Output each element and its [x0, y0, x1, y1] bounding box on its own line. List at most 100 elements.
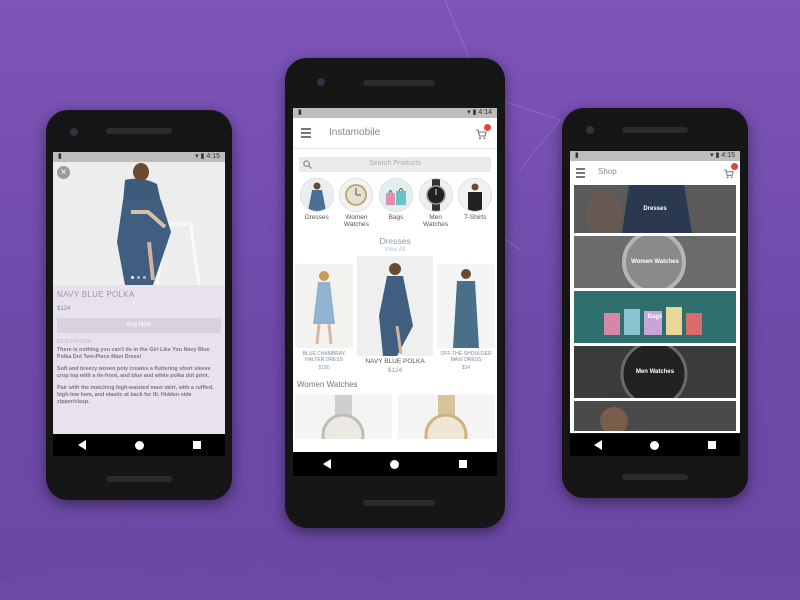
product-name: OFF-THE-SHOULDER MAXI DRESS [440, 351, 492, 363]
phone-product-detail: ▮ ▾ ▮ 4:15 × NAVY BLUE POLKA $124 Buy No… [46, 110, 232, 500]
app-bar: Shop [570, 161, 740, 183]
status-bar: ▮ ▾ ▮ 4:15 [570, 151, 740, 161]
section-title-women-watches: Women Watches [297, 380, 358, 389]
shop-category-bags[interactable]: Bags [574, 291, 736, 343]
front-camera [586, 126, 594, 134]
cart-button[interactable] [724, 163, 738, 184]
product-card[interactable] [295, 395, 392, 439]
home-icon[interactable] [650, 440, 660, 450]
screen: ▮ ▾ ▮ 4:15 × NAVY BLUE POLKA $124 Buy No… [53, 152, 225, 456]
recents-icon[interactable] [192, 441, 201, 449]
description-text: There is nothing you can't do in the Gir… [57, 347, 221, 406]
android-nav-bar [53, 434, 225, 456]
description-paragraph: Soft and breezy woven poly creates a flu… [57, 366, 211, 379]
watch-icon [339, 178, 374, 212]
home-icon[interactable] [134, 440, 144, 450]
watch-icon [418, 178, 453, 212]
watch-image [295, 395, 392, 439]
product-name: NAVY BLUE POLKA [365, 358, 425, 365]
product-card[interactable] [398, 395, 495, 439]
recents-icon[interactable] [459, 460, 468, 468]
wifi-icon: ▾ [710, 152, 714, 159]
category-list: Dresses Women Watches Bags Men Watches T… [293, 172, 497, 228]
speaker-top [363, 80, 435, 86]
product-image [295, 264, 353, 348]
status-time: 4:15 [206, 153, 220, 160]
category-men-watches[interactable]: Men Watches [416, 178, 456, 228]
tshirt-icon [458, 178, 493, 212]
battery-icon: ▮ [472, 109, 477, 116]
close-button[interactable]: × [57, 166, 70, 179]
app-bar: Instamobile [293, 118, 497, 149]
bag-icon [378, 178, 413, 212]
shop-category-dresses[interactable]: Dresses [574, 185, 736, 233]
product-image[interactable]: × [53, 162, 225, 286]
description-paragraph: There is nothing you can't do in the Gir… [57, 347, 210, 360]
description-paragraph: Pair with the matching high-waisted maxi… [57, 385, 214, 405]
category-label: Bags [647, 314, 663, 320]
page-title: Shop [598, 167, 617, 176]
back-icon[interactable] [594, 440, 603, 450]
model-photo [53, 162, 225, 286]
menu-icon[interactable] [576, 168, 585, 180]
speaker-bottom [363, 500, 435, 506]
phone-home: ▮ ▾ ▮ 4:14 Instamobile Search Products D… [285, 58, 505, 528]
sd-card-icon: ▮ [575, 152, 579, 159]
battery-icon: ▮ [200, 153, 205, 160]
buy-now-button[interactable]: Buy Now [57, 318, 221, 333]
cart-icon [724, 169, 734, 179]
back-icon[interactable] [322, 459, 331, 469]
product-title: NAVY BLUE POLKA [57, 290, 135, 299]
search-bar[interactable]: Search Products [299, 157, 491, 172]
product-price: $180 [318, 365, 330, 371]
home-icon[interactable] [390, 459, 400, 469]
section-title: Dresses [379, 236, 411, 246]
front-camera [70, 128, 78, 136]
speaker-top [106, 128, 172, 134]
product-card[interactable]: OFF-THE-SHOULDER MAXI DRESS $34 [437, 264, 495, 374]
shop-category-next[interactable] [574, 401, 736, 431]
category-bags[interactable]: Bags [376, 178, 416, 228]
shop-category-women-watches[interactable]: Women Watches [574, 236, 736, 288]
screen: ▮ ▾ ▮ 4:14 Instamobile Search Products D… [293, 108, 497, 476]
android-nav-bar [570, 434, 740, 456]
menu-icon[interactable] [301, 128, 311, 140]
product-card[interactable]: NAVY BLUE POLKA $124 [357, 256, 433, 374]
speaker-top [622, 127, 688, 133]
wifi-icon: ▾ [467, 109, 471, 116]
category-tshirts[interactable]: T-Shirts [455, 178, 495, 228]
close-icon: × [60, 167, 67, 178]
recents-icon[interactable] [707, 441, 716, 449]
sd-card-icon: ▮ [298, 109, 302, 116]
cart-button[interactable] [476, 124, 491, 145]
shop-category-men-watches[interactable]: Men Watches [574, 346, 736, 398]
product-price: $124 [57, 306, 71, 312]
product-info: NAVY BLUE POLKA $124 Buy Now DESCRIPTION… [53, 285, 225, 456]
category-label: Men Watches [423, 214, 449, 228]
cart-badge [731, 163, 738, 170]
product-card[interactable]: BLUE CHAMBRAY HALTER DRESS $180 [295, 264, 353, 374]
search-placeholder: Search Products [369, 160, 421, 167]
category-label: Dresses [304, 214, 329, 221]
product-price: $34 [461, 365, 471, 371]
back-icon[interactable] [77, 440, 86, 450]
product-price: $124 [387, 367, 403, 374]
product-name: BLUE CHAMBRAY HALTER DRESS [302, 351, 346, 363]
category-image [574, 401, 736, 431]
status-bar: ▮ ▾ ▮ 4:15 [53, 152, 225, 162]
speaker-bottom [106, 476, 172, 482]
women-watches-row [293, 389, 497, 439]
category-women-watches[interactable]: Women Watches [337, 178, 377, 228]
dress-icon [299, 178, 334, 212]
view-all-link[interactable]: View All [293, 247, 497, 253]
screen: ▮ ▾ ▮ 4:15 Shop Dresses Women Watches Ba… [570, 151, 740, 433]
phone-shop: ▮ ▾ ▮ 4:15 Shop Dresses Women Watches Ba… [562, 108, 748, 498]
product-image [437, 264, 495, 348]
sd-card-icon: ▮ [58, 153, 62, 160]
front-camera [317, 78, 325, 86]
battery-icon: ▮ [715, 152, 720, 159]
status-bar: ▮ ▾ ▮ 4:14 [293, 108, 497, 118]
watch-image [398, 395, 495, 439]
category-dresses[interactable]: Dresses [297, 178, 337, 228]
cart-badge [484, 124, 491, 131]
